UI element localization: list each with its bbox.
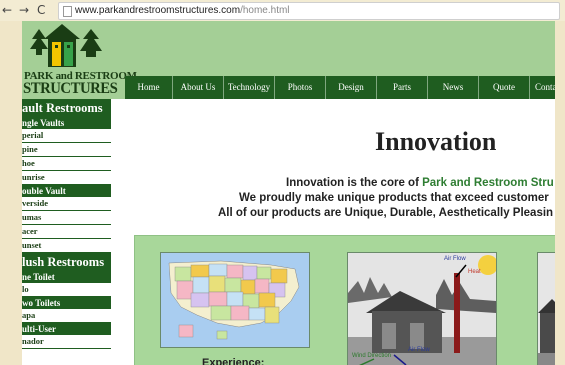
- sidebar-section-flush-restrooms[interactable]: lush Restrooms: [22, 253, 111, 271]
- intro-line-2: We proudly make unique products that exc…: [239, 192, 549, 204]
- sidebar-item-placer[interactable]: acer: [22, 225, 111, 239]
- intro-line-1-prefix: Innovation is the core of: [286, 177, 423, 189]
- nav-home[interactable]: Home: [125, 76, 173, 99]
- browser-toolbar: ← → C www.parkandrestroomstructures.com/…: [0, 0, 565, 21]
- brand-name-text: Park and Restroom Stru: [422, 177, 554, 189]
- address-bar[interactable]: www.parkandrestroomstructures.com/home.h…: [58, 2, 560, 20]
- nav-news[interactable]: News: [428, 76, 479, 99]
- airflow-label-top: Air Flow: [444, 256, 466, 262]
- sidebar-item-solo[interactable]: lo: [22, 283, 111, 297]
- airflow-label-bottom: Air Flow: [408, 347, 430, 353]
- back-icon[interactable]: ←: [2, 3, 12, 17]
- sidebar-item-sunset[interactable]: unset: [22, 239, 111, 253]
- logo[interactable]: PARK and RESTROOM STRUCTURES: [22, 21, 137, 101]
- photo-gallery: Air Flow Heat Air Flow Wind Direction: [134, 235, 555, 365]
- web-page: PARK and RESTROOM STRUCTURES Home About …: [22, 21, 555, 365]
- url-path: /home.html: [240, 5, 290, 16]
- reload-icon[interactable]: C: [37, 3, 45, 17]
- intro-line-1: Innovation is the core of Park and Restr…: [286, 177, 554, 189]
- restroom-photo-3[interactable]: [537, 252, 555, 365]
- url-host: www.parkandrestroomstructures.com: [75, 5, 241, 16]
- url-text: www.parkandrestroomstructures.com/home.h…: [75, 4, 290, 18]
- sidebar-item-napa[interactable]: apa: [22, 309, 111, 323]
- nav-photos[interactable]: Photos: [275, 76, 326, 99]
- sidebar-item-alpine[interactable]: pine: [22, 143, 111, 157]
- restroom-airflow-image[interactable]: Air Flow Heat Air Flow Wind Direction: [347, 252, 497, 365]
- nav-technology[interactable]: Technology: [224, 76, 275, 99]
- us-map-image[interactable]: [160, 252, 310, 348]
- sidebar: ault Restrooms ngle Vaults perial pine h…: [22, 99, 111, 365]
- experience-heading: Experience:: [202, 357, 265, 365]
- sidebar-item-riverside[interactable]: verside: [22, 197, 111, 211]
- main-nav: Home About Us Technology Photos Design P…: [125, 76, 555, 99]
- nav-parts[interactable]: Parts: [377, 76, 428, 99]
- forward-icon[interactable]: →: [19, 3, 29, 17]
- logo-icon: [30, 24, 102, 67]
- page-icon: [63, 6, 72, 17]
- heat-label: Heat: [468, 269, 481, 275]
- intro-line-3: All of our products are Unique, Durable,…: [218, 207, 554, 219]
- sidebar-subheader-single-vaults[interactable]: ngle Vaults: [22, 117, 111, 129]
- nav-about-us[interactable]: About Us: [173, 76, 224, 99]
- sidebar-subheader-double-vault[interactable]: ouble Vault: [22, 185, 111, 197]
- sidebar-subheader-multi-user[interactable]: ulti-User: [22, 323, 111, 335]
- us-map-icon: [161, 253, 309, 347]
- sidebar-item-senador[interactable]: nador: [22, 335, 111, 349]
- sidebar-subheader-one-toilet[interactable]: ne Toilet: [22, 271, 111, 283]
- page-title: Innovation: [375, 127, 497, 156]
- nav-design[interactable]: Design: [326, 76, 377, 99]
- nav-quote[interactable]: Quote: [479, 76, 530, 99]
- sidebar-subheader-two-toilets[interactable]: wo Toilets: [22, 297, 111, 309]
- sidebar-item-imperial[interactable]: perial: [22, 129, 111, 143]
- sidebar-item-pumas[interactable]: umas: [22, 211, 111, 225]
- sidebar-section-vault-restrooms[interactable]: ault Restrooms: [22, 99, 111, 117]
- sidebar-item-sunrise[interactable]: unrise: [22, 171, 111, 185]
- restroom-photo-3-icon: [538, 253, 555, 365]
- logo-text-line2: STRUCTURES: [23, 80, 118, 97]
- nav-contact[interactable]: Conta: [530, 76, 555, 99]
- sidebar-item-tahoe[interactable]: hoe: [22, 157, 111, 171]
- wind-direction-label: Wind Direction: [352, 353, 392, 359]
